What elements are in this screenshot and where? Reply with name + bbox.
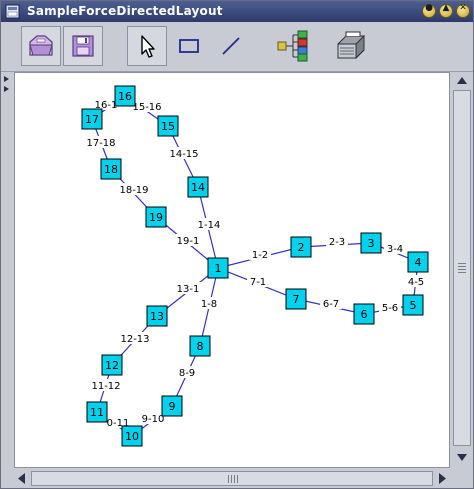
edge-label-1-2: 1-2 — [252, 250, 268, 261]
node-label: 14 — [191, 181, 205, 194]
edge-label-17-18: 17-18 — [86, 138, 115, 149]
window-title: SampleForceDirectedLayout — [27, 4, 223, 18]
graph-node-18[interactable]: 18 — [100, 158, 122, 180]
edge-label-4-5: 4-5 — [408, 277, 424, 288]
edge-label-1-8: 1-8 — [201, 299, 217, 310]
node-label: 1 — [215, 262, 222, 275]
left-splitter[interactable] — [1, 72, 13, 468]
scroll-right-icon[interactable] — [435, 469, 449, 488]
graph-node-1[interactable]: 1 — [207, 257, 229, 279]
node-label: 6 — [361, 308, 368, 321]
printer-icon — [337, 31, 365, 60]
edge-label-9-10: 9-10 — [142, 414, 165, 425]
minimize-button[interactable]: ● — [422, 3, 436, 18]
graph-node-15[interactable]: 15 — [157, 115, 179, 137]
graph-node-6[interactable]: 6 — [353, 303, 375, 325]
close-button[interactable]: ✕ — [456, 3, 470, 18]
node-label: 16 — [118, 90, 132, 103]
scroll-left-icon[interactable] — [15, 469, 29, 488]
maximize-icon: ▲ — [442, 3, 450, 13]
select-tool-button[interactable] — [127, 26, 167, 66]
vertical-scroll-thumb[interactable] — [453, 90, 471, 446]
node-label: 2 — [298, 241, 305, 254]
open-folder-icon — [29, 35, 53, 56]
graph-node-5[interactable]: 5 — [402, 294, 424, 316]
line-tool-icon — [222, 37, 240, 55]
graph-canvas[interactable]: 1-2 2-3 3-4 4-5 5-6 6-7 7-1 1-8 8-9 9-10 0-11 11-12… — [14, 72, 450, 468]
edge-label-14-15: 14-15 — [169, 149, 198, 160]
vertical-scrollbar[interactable] — [451, 72, 473, 468]
node-label: 5 — [410, 299, 417, 312]
scroll-corner — [451, 469, 473, 488]
edge-label-6-7: 6-7 — [323, 299, 339, 310]
graph-node-13[interactable]: 13 — [146, 305, 168, 327]
node-label: 10 — [125, 430, 139, 443]
edge-label-1-14: 1-14 — [198, 220, 221, 231]
layout-button[interactable] — [273, 26, 313, 66]
save-button[interactable] — [63, 26, 103, 66]
select-arrow-icon — [141, 35, 155, 58]
graph-node-7[interactable]: 7 — [285, 288, 307, 310]
edge-label-18-19: 18-19 — [119, 185, 148, 196]
edge-label-3-4: 3-4 — [387, 244, 403, 255]
node-label: 4 — [415, 256, 422, 269]
edge-label-8-9: 8-9 — [179, 368, 195, 379]
node-label: 11 — [90, 406, 104, 419]
edge-label-11-12: 11-12 — [91, 381, 120, 392]
edge-label-12-13: 12-13 — [120, 334, 149, 345]
edge-label-7-1: 7-1 — [250, 277, 266, 288]
node-label: 9 — [169, 400, 176, 413]
graph-node-16[interactable]: 16 — [114, 85, 136, 107]
node-label: 18 — [104, 163, 118, 176]
line-tool-button[interactable] — [211, 26, 251, 66]
node-label: 19 — [149, 211, 163, 224]
graph-node-8[interactable]: 8 — [189, 335, 211, 357]
graph-node-14[interactable]: 14 — [187, 176, 209, 198]
graph-node-11[interactable]: 11 — [86, 401, 108, 423]
rectangle-tool-button[interactable] — [169, 26, 209, 66]
graph-node-19[interactable]: 19 — [145, 206, 167, 228]
horizontal-scroll-thumb[interactable] — [31, 471, 433, 486]
node-label: 17 — [85, 113, 99, 126]
edge-label-5-6: 5-6 — [382, 303, 398, 314]
node-label: 13 — [150, 310, 164, 323]
node-label: 7 — [293, 293, 300, 306]
graph-node-12[interactable]: 12 — [101, 354, 123, 376]
graph-node-9[interactable]: 9 — [161, 395, 183, 417]
edge-label-19-1: 19-1 — [177, 236, 200, 247]
title-bar[interactable]: SampleForceDirectedLayout ● ▲ ✕ — [1, 1, 473, 22]
maximize-button[interactable]: ▲ — [439, 3, 453, 18]
graph-view[interactable]: 1-22-33-44-55-66-77-11-88-99-100-1111-12… — [15, 73, 449, 467]
rectangle-tool-icon — [179, 39, 199, 53]
node-label: 15 — [161, 120, 175, 133]
minimize-icon: ● — [425, 3, 433, 13]
splitter-arrows-icon[interactable] — [1, 74, 13, 104]
close-icon: ✕ — [459, 3, 467, 13]
node-label: 3 — [368, 237, 375, 250]
toolbar — [1, 23, 473, 72]
edge-label-13-1: 13-1 — [177, 284, 200, 295]
floppy-save-icon — [72, 35, 94, 57]
graph-node-2[interactable]: 2 — [290, 236, 312, 258]
tree-layout-icon — [277, 30, 308, 62]
app-window: SampleForceDirectedLayout ● ▲ ✕ 1-2 2-3 … — [0, 0, 474, 489]
print-button[interactable] — [331, 26, 371, 66]
edge-label-2-3: 2-3 — [329, 237, 345, 248]
graph-node-3[interactable]: 3 — [360, 232, 382, 254]
scroll-down-icon[interactable] — [451, 450, 473, 464]
graph-node-4[interactable]: 4 — [407, 251, 429, 273]
graph-node-17[interactable]: 17 — [81, 108, 103, 130]
app-menu-icon[interactable] — [5, 4, 20, 19]
graph-node-10[interactable]: 10 — [121, 425, 143, 447]
horizontal-scrollbar[interactable] — [1, 469, 451, 488]
scroll-up-icon[interactable] — [451, 74, 473, 88]
node-label: 8 — [197, 340, 204, 353]
edge-label-15-16: 15-16 — [132, 102, 161, 113]
node-label: 12 — [105, 359, 119, 372]
open-button[interactable] — [21, 26, 61, 66]
